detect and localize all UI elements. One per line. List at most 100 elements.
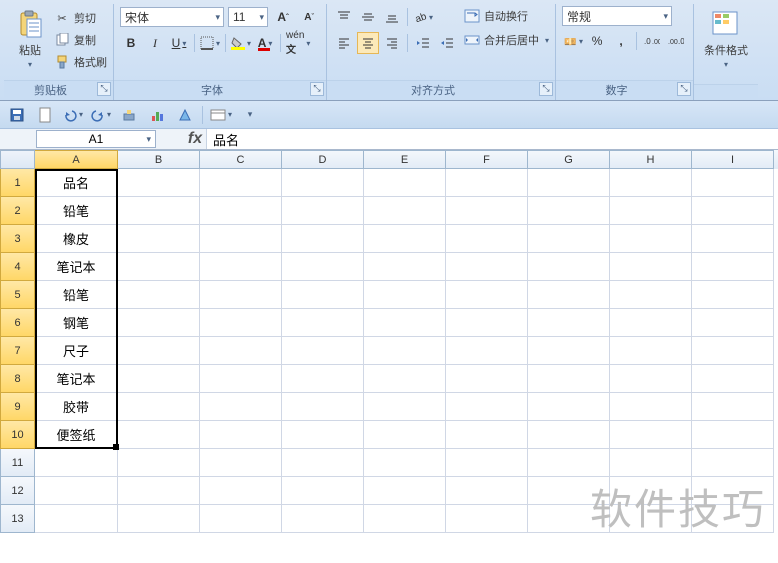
cell-I5[interactable] xyxy=(692,281,774,309)
cell-I7[interactable] xyxy=(692,337,774,365)
cut-button[interactable]: ✂ 剪切 xyxy=(54,8,107,28)
font-color-button[interactable]: A xyxy=(254,32,276,54)
cell-B12[interactable] xyxy=(118,477,200,505)
dialog-launcher-icon[interactable]: ⤡ xyxy=(677,82,691,96)
dialog-launcher-icon[interactable]: ⤡ xyxy=(97,82,111,96)
cell-E2[interactable] xyxy=(364,197,446,225)
cell-I9[interactable] xyxy=(692,393,774,421)
cell-D13[interactable] xyxy=(282,505,364,533)
cell-A7[interactable]: 尺子 xyxy=(35,337,118,365)
row-header-7[interactable]: 7 xyxy=(0,337,35,365)
row-header-8[interactable]: 8 xyxy=(0,365,35,393)
cell-I4[interactable] xyxy=(692,253,774,281)
cell-G3[interactable] xyxy=(528,225,610,253)
cell-H4[interactable] xyxy=(610,253,692,281)
cell-F7[interactable] xyxy=(446,337,528,365)
cell-G12[interactable] xyxy=(528,477,610,505)
column-header-I[interactable]: I xyxy=(692,150,774,169)
cell-C6[interactable] xyxy=(200,309,282,337)
cell-D6[interactable] xyxy=(282,309,364,337)
cell-F13[interactable] xyxy=(446,505,528,533)
column-header-G[interactable]: G xyxy=(528,150,610,169)
cell-E8[interactable] xyxy=(364,365,446,393)
cell-I12[interactable] xyxy=(692,477,774,505)
cell-I10[interactable] xyxy=(692,421,774,449)
fx-icon[interactable]: fx xyxy=(184,130,206,148)
cell-H6[interactable] xyxy=(610,309,692,337)
cell-E12[interactable] xyxy=(364,477,446,505)
qat-chart-button[interactable] xyxy=(146,104,168,126)
orientation-button[interactable]: ab xyxy=(412,6,434,28)
cell-C10[interactable] xyxy=(200,421,282,449)
decrease-decimal-button[interactable]: .00.0 xyxy=(665,30,687,52)
cell-C9[interactable] xyxy=(200,393,282,421)
column-header-F[interactable]: F xyxy=(446,150,528,169)
column-header-A[interactable]: A xyxy=(35,150,118,169)
decrease-indent-button[interactable] xyxy=(412,32,434,54)
cell-B11[interactable] xyxy=(118,449,200,477)
cell-I13[interactable] xyxy=(692,505,774,533)
increase-indent-button[interactable] xyxy=(436,32,458,54)
cell-F2[interactable] xyxy=(446,197,528,225)
cell-A5[interactable]: 铅笔 xyxy=(35,281,118,309)
cell-A9[interactable]: 胶带 xyxy=(35,393,118,421)
cell-H2[interactable] xyxy=(610,197,692,225)
cell-B10[interactable] xyxy=(118,421,200,449)
cell-A10[interactable]: 便签纸 xyxy=(35,421,118,449)
row-header-13[interactable]: 13 xyxy=(0,505,35,533)
cell-D4[interactable] xyxy=(282,253,364,281)
cell-I2[interactable] xyxy=(692,197,774,225)
cell-E3[interactable] xyxy=(364,225,446,253)
cell-B9[interactable] xyxy=(118,393,200,421)
fill-color-button[interactable] xyxy=(230,32,252,54)
cell-H1[interactable] xyxy=(610,169,692,197)
cell-A2[interactable]: 铅笔 xyxy=(35,197,118,225)
cell-B1[interactable] xyxy=(118,169,200,197)
cell-E5[interactable] xyxy=(364,281,446,309)
cell-C3[interactable] xyxy=(200,225,282,253)
cell-A8[interactable]: 笔记本 xyxy=(35,365,118,393)
row-header-12[interactable]: 12 xyxy=(0,477,35,505)
cell-E13[interactable] xyxy=(364,505,446,533)
cell-D3[interactable] xyxy=(282,225,364,253)
cell-G4[interactable] xyxy=(528,253,610,281)
cell-G13[interactable] xyxy=(528,505,610,533)
cell-H9[interactable] xyxy=(610,393,692,421)
cell-B13[interactable] xyxy=(118,505,200,533)
cell-E6[interactable] xyxy=(364,309,446,337)
cell-D8[interactable] xyxy=(282,365,364,393)
align-top-button[interactable] xyxy=(333,6,355,28)
qat-shape-button[interactable] xyxy=(174,104,196,126)
cell-G2[interactable] xyxy=(528,197,610,225)
cell-F5[interactable] xyxy=(446,281,528,309)
shrink-font-button[interactable]: Aˇ xyxy=(298,6,320,28)
cell-C4[interactable] xyxy=(200,253,282,281)
comma-button[interactable]: , xyxy=(610,30,632,52)
cell-H13[interactable] xyxy=(610,505,692,533)
cell-H11[interactable] xyxy=(610,449,692,477)
cell-C12[interactable] xyxy=(200,477,282,505)
cell-G5[interactable] xyxy=(528,281,610,309)
cell-F11[interactable] xyxy=(446,449,528,477)
column-header-B[interactable]: B xyxy=(118,150,200,169)
align-bottom-button[interactable] xyxy=(381,6,403,28)
redo-button[interactable] xyxy=(90,104,112,126)
dialog-launcher-icon[interactable]: ⤡ xyxy=(310,82,324,96)
cancel-formula-button[interactable] xyxy=(156,133,184,145)
row-header-6[interactable]: 6 xyxy=(0,309,35,337)
column-header-H[interactable]: H xyxy=(610,150,692,169)
new-button[interactable] xyxy=(34,104,56,126)
cell-B2[interactable] xyxy=(118,197,200,225)
dialog-launcher-icon[interactable]: ⤡ xyxy=(539,82,553,96)
bold-button[interactable]: B xyxy=(120,32,142,54)
cell-D5[interactable] xyxy=(282,281,364,309)
cell-I11[interactable] xyxy=(692,449,774,477)
cell-F1[interactable] xyxy=(446,169,528,197)
cell-D2[interactable] xyxy=(282,197,364,225)
align-middle-button[interactable] xyxy=(357,6,379,28)
cell-A3[interactable]: 橡皮 xyxy=(35,225,118,253)
cell-E4[interactable] xyxy=(364,253,446,281)
qat-btn-1[interactable] xyxy=(118,104,140,126)
cell-H12[interactable] xyxy=(610,477,692,505)
cell-C8[interactable] xyxy=(200,365,282,393)
